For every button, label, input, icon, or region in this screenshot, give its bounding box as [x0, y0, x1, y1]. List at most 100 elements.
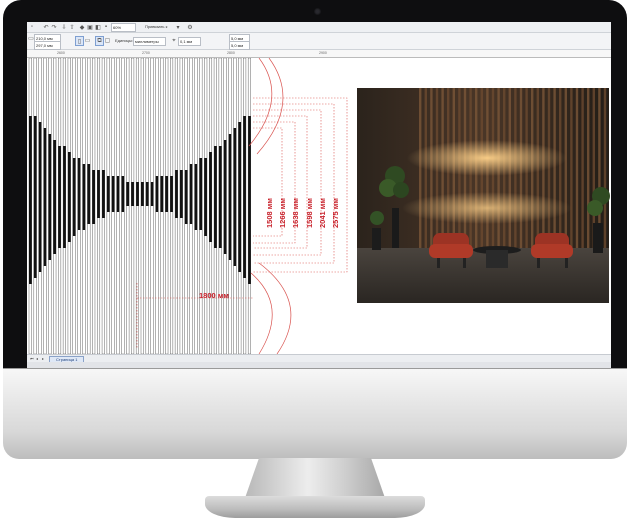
slat-dark-band — [77, 158, 81, 230]
slat-dark-band — [106, 176, 110, 212]
ruler-tick-label: 2600 — [57, 51, 65, 55]
horizontal-ruler[interactable]: 2600 2700 2800 2900 — [27, 50, 611, 58]
slat-dark-band — [170, 176, 173, 212]
slat-dark-band — [209, 152, 212, 242]
slat-dark-band — [184, 170, 188, 224]
screen: ▫ ↶ ↷ ⇩ ⇧ ◆ ▣ ◧ ▪ 60% Привязать к ▾ ⚙ ▭ … — [27, 22, 611, 368]
slat-dark-band — [63, 146, 66, 248]
slat-dark-band — [111, 176, 115, 212]
zoom-level-select[interactable]: 60% — [111, 23, 136, 32]
slat-dark-band — [141, 182, 144, 206]
slat-dark-band — [218, 146, 222, 248]
wood-slat — [564, 88, 567, 253]
save-icon[interactable]: ▪ — [103, 23, 109, 31]
welcome-screen-icon[interactable]: ◧ — [95, 23, 101, 31]
height-dimension-label: 1508 мм — [265, 198, 274, 228]
slat-dark-band — [33, 116, 37, 278]
dimension-arc — [248, 57, 273, 147]
wood-slat — [587, 88, 590, 253]
monitor-chin — [3, 368, 627, 459]
slat-dark-band — [223, 140, 227, 254]
monitor-stand-neck — [245, 458, 385, 498]
height-dimension-label: 1638 мм — [291, 198, 300, 228]
slat-dark-band — [121, 176, 125, 212]
slat-dark-band — [214, 146, 217, 248]
wood-slat — [581, 88, 584, 253]
slat-dark-band — [82, 164, 86, 230]
nudge-distance-field[interactable]: 0,1 мм — [178, 37, 201, 46]
slat-dark-band — [38, 122, 42, 272]
slat-dark-band — [58, 146, 61, 248]
ruler-tick-label: 2900 — [319, 51, 327, 55]
app-launcher-icon[interactable]: ▣ — [87, 23, 93, 31]
chevron-down-icon[interactable]: ▾ — [175, 23, 181, 31]
monitor: ▫ ↶ ↷ ⇩ ⇧ ◆ ▣ ◧ ▪ 60% Привязать к ▾ ⚙ ▭ … — [3, 0, 627, 459]
dimension-arc — [250, 272, 273, 355]
slat-dark-band — [175, 170, 178, 218]
wood-slat — [603, 88, 607, 253]
slat-dark-band — [131, 182, 134, 206]
slat-dark-band — [136, 182, 139, 206]
units-label: Единицы: — [115, 38, 133, 43]
slat-dark-band — [189, 164, 193, 224]
wood-slat — [553, 88, 556, 253]
export-icon[interactable]: ⇧ — [69, 23, 75, 31]
wood-slat — [570, 88, 573, 253]
width-dimension-label: 1800 мм — [199, 291, 229, 300]
slat-dark-band — [97, 170, 100, 218]
options-gear-icon[interactable]: ⚙ — [187, 23, 193, 31]
wood-slat — [547, 88, 551, 253]
nudge-icon: ⌖ — [172, 37, 176, 44]
document-status-bar — [27, 362, 611, 368]
height-dimension-label: 1266 мм — [278, 198, 287, 228]
slat-dark-band — [179, 170, 183, 218]
property-bar: ▭ 210,0 мм 297,0 мм ▯ ▭ ⧉ ▢ Единицы: мил… — [27, 33, 611, 50]
slat-dark-band — [194, 164, 198, 230]
wood-slat — [419, 88, 422, 253]
slat-dark-band — [116, 176, 120, 212]
slat-dark-band — [102, 170, 105, 218]
height-dimension-label: 1598 мм — [305, 198, 314, 228]
duplicate-y-field[interactable]: 5,0 мм — [229, 41, 250, 50]
slat-dark-band — [53, 140, 57, 254]
slat-dark-band — [87, 164, 91, 224]
ruler-tick-label: 2700 — [142, 51, 150, 55]
undo-icon[interactable]: ↶ — [43, 23, 49, 31]
slat-dark-band — [126, 182, 130, 206]
slat-dark-band — [92, 170, 95, 224]
slat-dark-band — [199, 158, 203, 230]
height-dimension-label: 2041 мм — [318, 198, 327, 228]
standard-toolbar: ▫ ↶ ↷ ⇩ ⇧ ◆ ▣ ◧ ▪ 60% Привязать к ▾ ⚙ — [27, 22, 611, 33]
dimension-arc — [258, 262, 292, 355]
publish-icon[interactable]: ◆ — [79, 23, 85, 31]
interior-render-image — [357, 88, 610, 303]
wood-slat — [559, 88, 562, 253]
import-icon[interactable]: ⇩ — [61, 23, 67, 31]
slat-dark-band — [155, 176, 159, 212]
page-height-field[interactable]: 297,0 мм — [34, 41, 61, 50]
snap-to-dropdown[interactable]: Привязать к — [145, 23, 167, 31]
landscape-orientation-icon[interactable]: ▭ — [84, 36, 91, 44]
slat-dark-band — [248, 116, 251, 284]
new-file-icon[interactable]: ▫ — [29, 23, 35, 31]
slat-dark-band — [67, 152, 71, 242]
slat-dark-band — [204, 158, 207, 236]
drawing-area: 1800 мм 1508 мм 1266 мм 1638 мм 1598 мм … — [28, 57, 610, 355]
slat-dark-band — [238, 122, 242, 272]
width-icon: ▭ — [28, 35, 34, 42]
slat-dark-band — [233, 128, 237, 266]
slat-dark-band — [48, 134, 52, 260]
drawing-canvas[interactable]: 1800 мм 1508 мм 1266 мм 1638 мм 1598 мм … — [27, 57, 611, 355]
current-page-icon[interactable]: ▢ — [104, 36, 111, 44]
height-dimension-label: 2575 мм — [331, 198, 340, 228]
slat-dark-band — [243, 116, 246, 278]
portrait-orientation-icon[interactable]: ▯ — [75, 36, 84, 46]
slat-dark-band — [145, 182, 149, 206]
dimension-brackets — [136, 97, 348, 348]
slat-dark-band — [43, 128, 47, 266]
redo-icon[interactable]: ↷ — [51, 23, 57, 31]
slat-dark-band — [228, 134, 232, 260]
all-pages-icon[interactable]: ⧉ — [95, 36, 104, 46]
units-select[interactable]: миллиметры — [133, 37, 166, 46]
dimension-arc — [256, 57, 284, 155]
